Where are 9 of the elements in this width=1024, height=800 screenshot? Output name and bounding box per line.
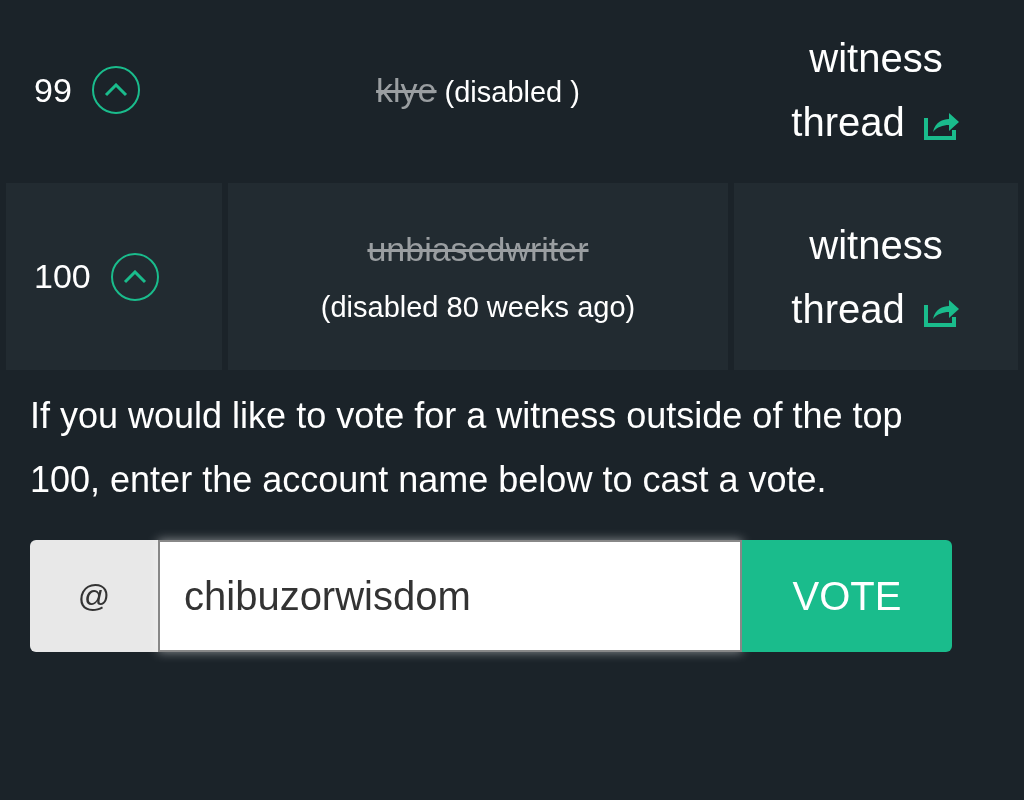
info-text: If you would like to vote for a witness outside of the top 100, enter the account name below to cast a vote. <box>30 394 904 502</box>
disabled-note: (disabled ) <box>444 75 580 109</box>
rank-number: 99 <box>34 70 72 110</box>
account-name-field[interactable]: chibuzorwisdom <box>158 540 742 652</box>
witness-name: klye <box>376 70 437 110</box>
rank-number: 100 <box>34 257 91 296</box>
disabled-note: (disabled 80 weeks ago) <box>320 290 636 324</box>
at-prefix: @ <box>30 540 158 652</box>
witness-name: unbiasedwriter <box>367 229 589 269</box>
